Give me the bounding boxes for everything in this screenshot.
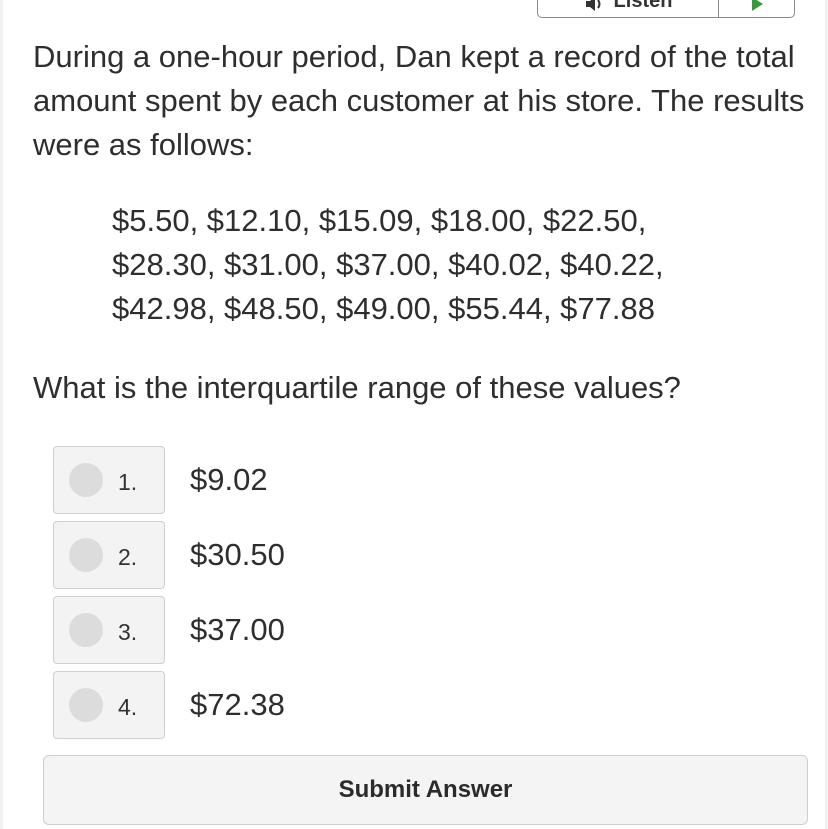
choice-selector[interactable]: 3. [53, 596, 165, 664]
radio-button[interactable] [69, 463, 103, 497]
submit-answer-button[interactable]: Submit Answer [43, 755, 808, 825]
choice-number: 3. [118, 619, 138, 645]
listen-label: Listen [613, 0, 673, 12]
choice-number: 1. [118, 469, 138, 495]
choice-selector[interactable]: 4. [53, 671, 165, 739]
choice-text: $9.02 [190, 462, 268, 497]
choice-text: $30.50 [190, 537, 285, 572]
answer-choice-3[interactable]: 3. $37.00 [53, 596, 613, 666]
choice-text: $37.00 [190, 612, 285, 647]
question-text: During a one-hour period, Dan kept a rec… [33, 39, 805, 162]
play-icon [751, 0, 763, 11]
choice-selector[interactable]: 2. [53, 521, 165, 589]
answer-choice-4[interactable]: 4. $72.38 [53, 671, 613, 741]
data-values: $5.50, $12.10, $15.09, $18.00, $22.50, $… [112, 199, 812, 331]
answer-choice-2[interactable]: 2. $30.50 [53, 521, 613, 591]
play-button[interactable] [719, 0, 794, 17]
listen-toolbar: Listen [537, 0, 795, 18]
choice-selector[interactable]: 1. [53, 446, 165, 514]
data-line: $5.50, $12.10, $15.09, $18.00, $22.50, [112, 203, 647, 238]
radio-button[interactable] [69, 613, 103, 647]
choice-text: $72.38 [190, 687, 285, 722]
data-line: $42.98, $48.50, $49.00, $55.44, $77.88 [112, 291, 655, 326]
listen-button[interactable]: Listen [538, 0, 719, 17]
answer-choice-1[interactable]: 1. $9.02 [53, 446, 613, 516]
question-prompt: What is the interquartile range of these… [33, 370, 681, 405]
data-line: $28.30, $31.00, $37.00, $40.02, $40.22, [112, 247, 664, 282]
radio-button[interactable] [69, 688, 103, 722]
choice-number: 2. [118, 544, 138, 570]
radio-button[interactable] [69, 538, 103, 572]
speaker-icon [585, 0, 601, 11]
choice-number: 4. [118, 694, 138, 720]
